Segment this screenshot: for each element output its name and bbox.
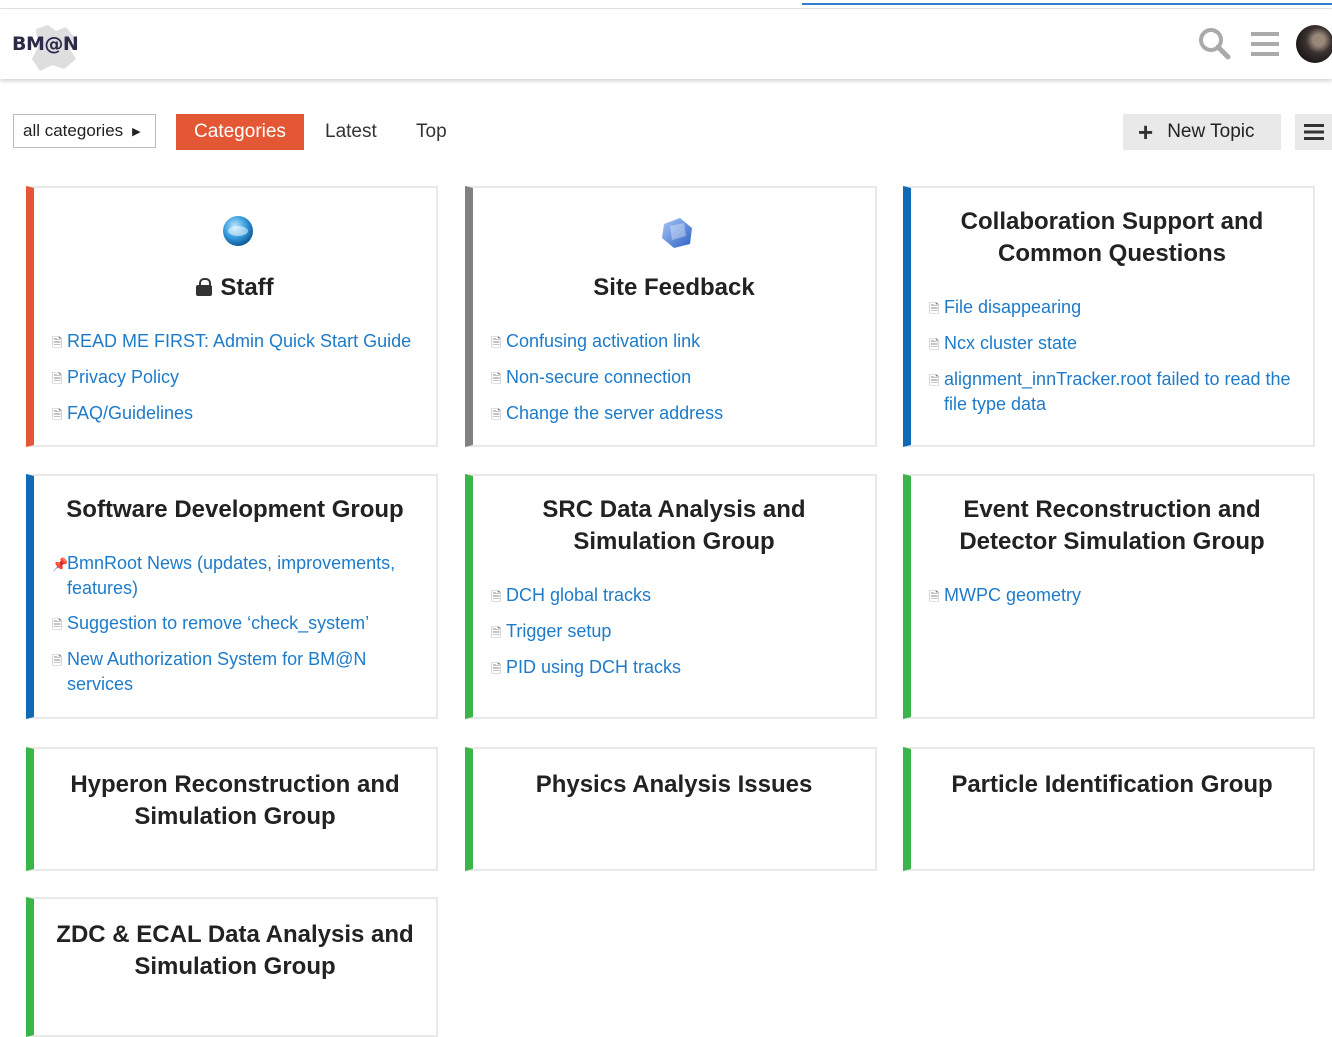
topic-link[interactable]: Privacy Policy (67, 365, 179, 391)
topic-item: 🗎 Trigger setup (491, 619, 863, 645)
category-card-staff[interactable]: Staff 🗎 READ ME FIRST: Admin Quick Start … (26, 186, 438, 447)
pin-icon: 📌 (52, 557, 69, 572)
category-title: ZDC & ECAL Data Analysis and Simulation … (56, 921, 414, 980)
tab-top[interactable]: Top (416, 114, 447, 150)
new-topic-button[interactable]: + New Topic (1123, 114, 1281, 150)
document-icon: 🗎 (491, 407, 502, 422)
feedback-icon (662, 218, 692, 248)
topic-link[interactable]: Suggestion to remove ‘check_system’ (67, 611, 369, 637)
hamburger-icon[interactable] (1250, 29, 1280, 59)
document-icon: 🗎 (491, 335, 502, 350)
category-card-hyperon-reconstruction[interactable]: Hyperon Reconstruction and Simulation Gr… (26, 747, 438, 871)
document-icon: 🗎 (52, 653, 63, 668)
user-avatar[interactable] (1296, 25, 1332, 63)
topic-item: 📌 BmnRoot News (updates, improvements, fe… (52, 551, 424, 601)
topic-item: 🗎 File disappearing (929, 295, 1301, 321)
topic-link[interactable]: Trigger setup (506, 619, 611, 645)
document-icon: 🗎 (491, 625, 502, 640)
topic-link[interactable]: alignment_innTracker.root failed to read… (944, 367, 1301, 417)
topic-list: 🗎 Confusing activation link 🗎 Non-secure c… (491, 329, 863, 437)
category-card-software-development[interactable]: Software Development Group 📌 BmnRoot News… (26, 474, 438, 719)
topic-list: 🗎 DCH global tracks 🗎 Trigger setup 🗎 PID u… (491, 583, 863, 691)
search-icon[interactable] (1198, 27, 1232, 61)
tab-categories[interactable]: Categories (176, 114, 304, 150)
category-title: Collaboration Support and Common Questio… (960, 208, 1264, 267)
topic-item: 🗎 Non-secure connection (491, 365, 863, 391)
category-card-zdc-ecal[interactable]: ZDC & ECAL Data Analysis and Simulation … (26, 897, 438, 1037)
topic-item: 🗎 Suggestion to remove ‘check_system’ (52, 611, 424, 637)
topic-link[interactable]: READ ME FIRST: Admin Quick Start Guide (67, 329, 411, 355)
category-title: Staff (34, 272, 436, 304)
caret-right-icon: ▶ (132, 125, 141, 138)
topic-link[interactable]: Confusing activation link (506, 329, 700, 355)
category-title: Hyperon Reconstruction and Simulation Gr… (70, 771, 400, 830)
category-dropdown-label: all categories (23, 121, 124, 140)
tab-latest[interactable]: Latest (325, 114, 377, 150)
document-icon: 🗎 (929, 589, 940, 604)
site-logo[interactable]: BM@N (12, 23, 92, 71)
topic-list: 🗎 READ ME FIRST: Admin Quick Start Guide … (52, 329, 424, 437)
loading-progress-bar (802, 3, 1332, 5)
category-title: Site Feedback (593, 274, 755, 301)
category-card-event-reconstruction[interactable]: Event Reconstruction and Detector Simula… (903, 474, 1315, 719)
topic-link[interactable]: File disappearing (944, 295, 1081, 321)
document-icon: 🗎 (929, 301, 940, 316)
topic-link[interactable]: MWPC geometry (944, 583, 1081, 609)
list-menu-icon (1303, 124, 1324, 140)
topic-link[interactable]: Non-secure connection (506, 365, 691, 391)
topic-link[interactable]: FAQ/Guidelines (67, 401, 193, 427)
lock-icon (196, 278, 213, 296)
category-title: Software Development Group (66, 496, 404, 523)
category-name: Staff (220, 274, 274, 301)
topic-list: 🗎 File disappearing 🗎 Ncx cluster state 🗎 a… (929, 295, 1301, 427)
category-title: Event Reconstruction and Detector Simula… (959, 496, 1265, 555)
category-card-src-data-analysis[interactable]: SRC Data Analysis and Simulation Group 🗎… (465, 474, 877, 719)
globe-icon (223, 216, 253, 246)
topic-list: 🗎 MWPC geometry (929, 583, 1301, 619)
topic-item: 🗎 Change the server address (491, 401, 863, 427)
navigation-bar: all categories ▶ Categories Latest Top +… (0, 114, 1332, 152)
category-title: Particle Identification Group (951, 771, 1273, 798)
document-icon: 🗎 (929, 337, 940, 352)
document-icon: 🗎 (52, 407, 63, 422)
topic-link[interactable]: Change the server address (506, 401, 723, 427)
topic-item: 🗎 MWPC geometry (929, 583, 1301, 609)
topic-link[interactable]: PID using DCH tracks (506, 655, 681, 681)
category-title: SRC Data Analysis and Simulation Group (542, 496, 806, 555)
topic-item: 🗎 New Authorization System for BM@N servi… (52, 647, 424, 697)
document-icon: 🗎 (929, 373, 940, 388)
topic-link[interactable]: DCH global tracks (506, 583, 651, 609)
category-card-physics-analysis[interactable]: Physics Analysis Issues (465, 747, 877, 871)
document-icon: 🗎 (491, 589, 502, 604)
topic-item: 🗎 READ ME FIRST: Admin Quick Start Guide (52, 329, 424, 355)
topic-link[interactable]: Ncx cluster state (944, 331, 1077, 357)
category-card-collaboration-support[interactable]: Collaboration Support and Common Questio… (903, 186, 1315, 447)
document-icon: 🗎 (52, 617, 63, 632)
document-icon: 🗎 (52, 335, 63, 350)
category-title: Physics Analysis Issues (535, 771, 813, 798)
topic-link[interactable]: BmnRoot News (updates, improvements, fea… (67, 551, 424, 601)
topic-item: 🗎 Confusing activation link (491, 329, 863, 355)
topic-item: 🗎 alignment_innTracker.root failed to rea… (929, 367, 1301, 417)
topic-item: 🗎 Ncx cluster state (929, 331, 1301, 357)
topic-item: 🗎 DCH global tracks (491, 583, 863, 609)
topic-item: 🗎 PID using DCH tracks (491, 655, 863, 681)
document-icon: 🗎 (491, 371, 502, 386)
category-dropdown[interactable]: all categories ▶ (13, 114, 156, 148)
topic-item: 🗎 Privacy Policy (52, 365, 424, 391)
list-menu-button[interactable] (1295, 114, 1332, 150)
plus-icon: + (1138, 117, 1154, 147)
document-icon: 🗎 (491, 661, 502, 676)
new-topic-label: New Topic (1167, 121, 1255, 142)
category-card-particle-identification[interactable]: Particle Identification Group (903, 747, 1315, 871)
topic-list: 📌 BmnRoot News (updates, improvements, fe… (52, 551, 424, 707)
site-header: BM@N (0, 9, 1332, 79)
category-card-site-feedback[interactable]: Site Feedback 🗎 Confusing activation link… (465, 186, 877, 447)
topic-link[interactable]: New Authorization System for BM@N servic… (67, 647, 424, 697)
logo-text: BM@N (12, 33, 79, 55)
topic-item: 🗎 FAQ/Guidelines (52, 401, 424, 427)
document-icon: 🗎 (52, 371, 63, 386)
